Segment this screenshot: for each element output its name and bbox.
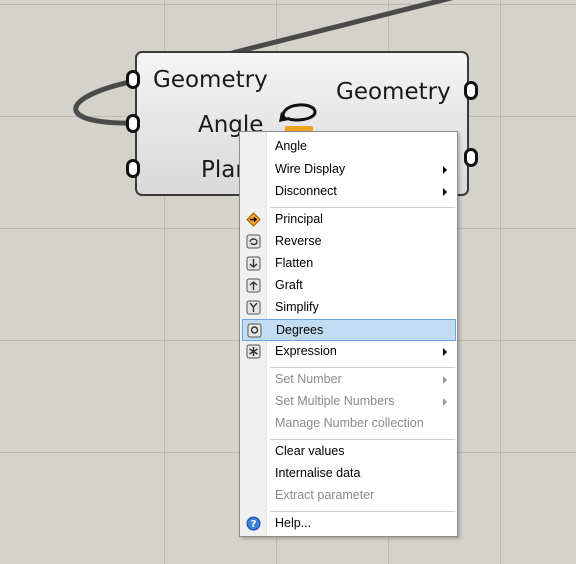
menu-separator bbox=[270, 207, 455, 208]
menu-item-label: Graft bbox=[275, 278, 303, 292]
menu-item-graft[interactable]: Graft bbox=[242, 275, 456, 297]
submenu-arrow-icon bbox=[443, 188, 447, 196]
submenu-arrow-icon bbox=[443, 398, 447, 406]
input-grip-plane[interactable] bbox=[126, 159, 140, 178]
menu-item-flatten[interactable]: Flatten bbox=[242, 253, 456, 275]
svg-text:?: ? bbox=[251, 519, 257, 530]
menu-item-degrees[interactable]: Degrees bbox=[242, 319, 456, 341]
menu-item-label: Angle bbox=[275, 139, 307, 153]
menu-item-label: Help... bbox=[275, 516, 312, 530]
menu-item-set-number[interactable]: Set Number bbox=[242, 369, 456, 391]
menu-item-label: Manage Number collection bbox=[275, 416, 424, 430]
menu-separator bbox=[270, 511, 455, 512]
expression-icon bbox=[246, 344, 261, 359]
degrees-icon bbox=[247, 323, 262, 338]
menu-item-set-multiple-numbers[interactable]: Set Multiple Numbers bbox=[242, 391, 456, 413]
menu-separator bbox=[270, 367, 455, 368]
reverse-icon bbox=[246, 234, 261, 249]
menu-item-label: Simplify bbox=[275, 300, 319, 314]
submenu-arrow-icon bbox=[443, 348, 447, 356]
menu-item-label: Set Multiple Numbers bbox=[275, 394, 395, 408]
menu-item-help[interactable]: ? Help... bbox=[242, 513, 456, 535]
menu-item-clear-values[interactable]: Clear values bbox=[242, 441, 456, 463]
menu-item-label: Internalise data bbox=[275, 466, 361, 480]
submenu-arrow-icon bbox=[443, 376, 447, 384]
output-label-geometry: Geometry bbox=[336, 79, 451, 105]
simplify-icon bbox=[246, 300, 261, 315]
menu-item-label: Flatten bbox=[275, 256, 314, 270]
submenu-arrow-icon bbox=[443, 166, 447, 174]
input-grip-angle[interactable] bbox=[126, 114, 140, 133]
menu-item-label: Set Number bbox=[275, 372, 342, 386]
menu-item-label: Clear values bbox=[275, 444, 345, 458]
menu-item-extract-parameter[interactable]: Extract parameter bbox=[242, 485, 456, 507]
menu-item-reverse[interactable]: Reverse bbox=[242, 231, 456, 253]
menu-item-label: Principal bbox=[275, 212, 323, 226]
menu-item-simplify[interactable]: Simplify bbox=[242, 297, 456, 319]
input-grip-geometry[interactable] bbox=[126, 70, 140, 89]
menu-item-label: Expression bbox=[275, 344, 337, 358]
menu-item-wire-display[interactable]: Wire Display bbox=[242, 159, 456, 181]
menu-item-manage-collection[interactable]: Manage Number collection bbox=[242, 413, 456, 435]
menu-item-principal[interactable]: Principal bbox=[242, 209, 456, 231]
menu-item-label: Wire Display bbox=[275, 162, 346, 176]
flatten-icon bbox=[246, 256, 261, 271]
input-label-geometry: Geometry bbox=[153, 67, 268, 93]
help-icon: ? bbox=[246, 516, 261, 531]
output-grip-2[interactable] bbox=[464, 148, 478, 167]
menu-item-label: Extract parameter bbox=[275, 488, 375, 502]
rotate-icon bbox=[279, 103, 317, 134]
menu-item-label: Reverse bbox=[275, 234, 322, 248]
graft-icon bbox=[246, 278, 261, 293]
menu-item-label: Disconnect bbox=[275, 184, 337, 198]
menu-item-expression[interactable]: Expression bbox=[242, 341, 456, 363]
menu-item-name-field[interactable]: Angle bbox=[242, 136, 456, 158]
incoming-wire bbox=[231, 0, 454, 56]
principal-icon bbox=[246, 212, 261, 227]
context-menu: Angle Wire Display Disconnect Principal … bbox=[239, 131, 458, 537]
menu-item-internalise-data[interactable]: Internalise data bbox=[242, 463, 456, 485]
menu-item-label: Degrees bbox=[276, 323, 324, 337]
menu-separator bbox=[270, 439, 455, 440]
output-grip-geometry[interactable] bbox=[464, 81, 478, 100]
menu-item-disconnect[interactable]: Disconnect bbox=[242, 181, 456, 203]
